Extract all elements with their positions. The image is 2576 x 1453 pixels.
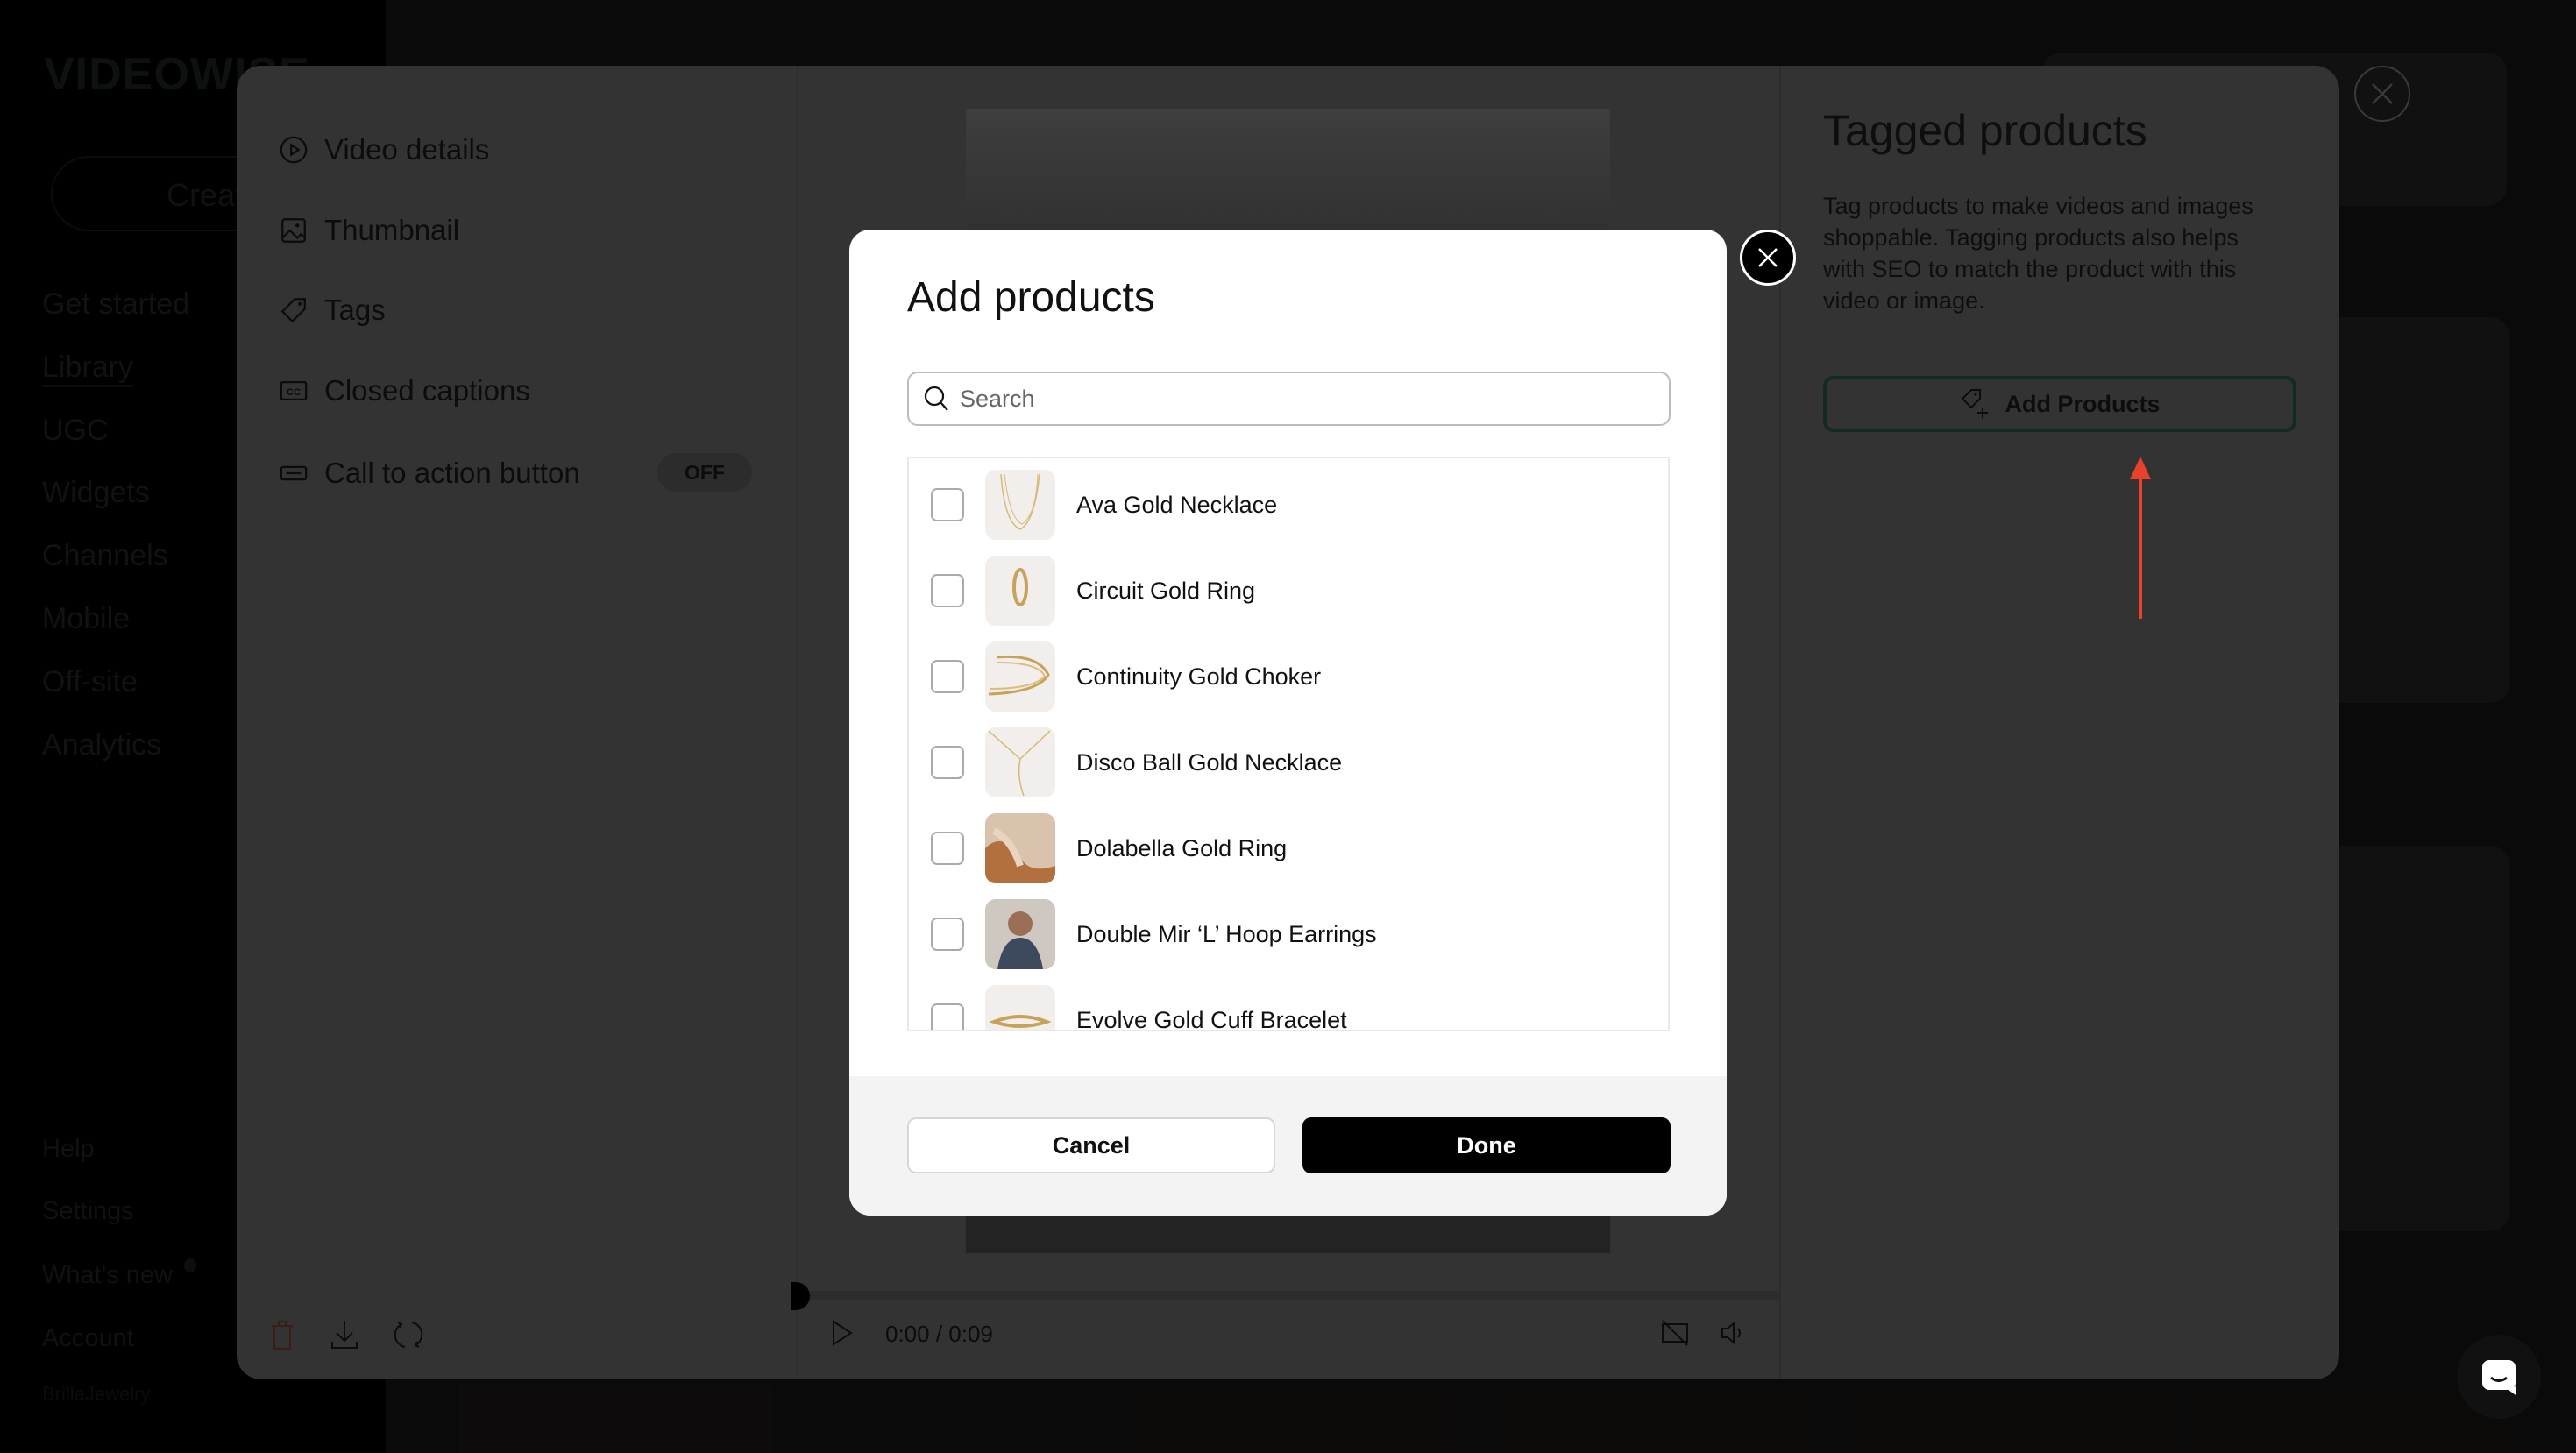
product-thumbnail [985,641,1055,712]
product-row[interactable]: Evolve Gold Cuff Bracelet [909,977,1668,1031]
product-checkbox[interactable] [931,832,964,865]
close-modal-button[interactable] [1740,230,1796,286]
modal-footer: Cancel Done [849,1076,1727,1216]
product-checkbox[interactable] [931,488,964,521]
product-thumbnail [985,813,1055,883]
product-checkbox[interactable] [931,746,964,779]
svg-text:CC: CC [287,387,301,398]
play-circle-icon [280,136,308,164]
search-field[interactable] [907,372,1671,426]
product-thumbnail [985,899,1055,969]
chat-icon [2482,1360,2516,1395]
nav-call-to-action[interactable]: Call to action button [279,457,580,490]
button-icon [280,465,308,481]
tagged-products-description: Tag products to make videos and images s… [1823,193,2253,314]
nav-label: Tags [324,294,386,326]
add-products-label: Add Products [2005,390,2161,417]
product-thumbnail [985,556,1055,626]
product-row[interactable]: Double Mir ‘L’ Hoop Earrings [909,891,1668,977]
sidebar-item-ugc[interactable]: UGC [42,414,109,448]
sidebar-item-off-site[interactable]: Off-site [42,665,138,699]
product-row[interactable]: Circuit Gold Ring [909,548,1668,634]
product-checkbox[interactable] [931,574,964,607]
nav-video-details[interactable]: Video details [279,133,489,167]
search-icon [924,386,948,411]
sidebar-item-get-started[interactable]: Get started [42,287,189,322]
search-input[interactable] [960,385,1643,413]
product-name: Double Mir ‘L’ Hoop Earrings [1076,920,1377,947]
close-editor-button[interactable] [2354,66,2410,122]
chat-button[interactable] [2457,1335,2541,1419]
video-card[interactable] [458,1385,773,1453]
cc-icon: CC [280,380,308,401]
seek-bar[interactable] [798,1291,1779,1300]
tagged-products-title: Tagged products [1823,106,2147,155]
video-card[interactable] [1849,1385,2174,1453]
product-name: Dolabella Gold Ring [1076,834,1288,861]
tag-icon [280,298,306,323]
seek-handle[interactable] [791,1282,810,1310]
nav-label: Video details [324,133,490,166]
product-name: Continuity Gold Choker [1076,663,1322,690]
product-row[interactable]: Ava Gold Necklace [909,462,1668,548]
cancel-button[interactable]: Cancel [907,1117,1275,1173]
done-button[interactable]: Done [1302,1117,1671,1173]
product-list[interactable]: Ava Gold Necklace Circuit Gold Ring Contin… [907,457,1670,1031]
play-icon[interactable] [831,1319,854,1347]
trash-icon[interactable] [268,1319,296,1350]
nav-label: Call to action button [324,457,580,489]
add-products-modal: Add products Ava Gold Necklace Circuit Go… [849,230,1727,1216]
cta-toggle[interactable]: OFF [657,453,752,492]
sidebar-item-library[interactable]: Library [42,351,133,387]
product-thumbnail [985,985,1055,1030]
sidebar-item-help[interactable]: Help [42,1135,95,1164]
divider [797,66,798,1379]
product-checkbox[interactable] [931,1003,964,1030]
sidebar-item-analytics[interactable]: Analytics [42,728,161,762]
store-name: BrillaJewelry [42,1383,151,1405]
sidebar-item-whats-new[interactable]: What's new [42,1261,173,1290]
video-card[interactable] [1499,1385,1814,1453]
product-thumbnail [985,727,1055,797]
tag-plus-icon [1962,389,1989,418]
volume-icon[interactable] [1720,1319,1748,1347]
close-icon [1758,248,1778,267]
captions-off-icon[interactable] [1660,1319,1690,1347]
product-row[interactable]: Continuity Gold Choker [909,634,1668,719]
product-name: Ava Gold Necklace [1076,491,1278,518]
video-card[interactable] [1126,1385,1451,1453]
sidebar-item-mobile[interactable]: Mobile [42,602,130,636]
playback-time: 0:00 / 0:09 [885,1321,993,1347]
add-products-button[interactable]: Add Products [1823,376,2296,432]
sidebar-item-settings[interactable]: Settings [42,1197,134,1226]
sidebar-item-account[interactable]: Account [42,1324,134,1353]
download-icon[interactable] [330,1319,359,1350]
product-checkbox[interactable] [931,918,964,951]
nav-thumbnail[interactable]: Thumbnail [279,214,459,247]
nav-tags[interactable]: Tags [279,294,386,327]
video-card[interactable] [2314,846,2509,1231]
annotation-arrow [2130,457,2151,619]
refresh-icon[interactable] [393,1319,424,1350]
video-card[interactable] [2314,317,2509,703]
nav-label: Closed captions [324,374,530,407]
modal-title: Add products [907,274,1155,321]
close-icon [2372,83,2393,104]
nav-label: Thumbnail [324,214,460,246]
sidebar-item-channels[interactable]: Channels [42,539,168,573]
product-name: Evolve Gold Cuff Bracelet [1076,1006,1347,1031]
product-row[interactable]: Disco Ball Gold Necklace [909,719,1668,805]
image-icon [281,218,306,243]
nav-closed-captions[interactable]: CC Closed captions [279,374,530,408]
product-thumbnail [985,470,1055,540]
product-name: Circuit Gold Ring [1076,577,1256,604]
product-name: Disco Ball Gold Necklace [1076,748,1343,776]
sidebar-item-widgets[interactable]: Widgets [42,476,150,510]
product-row[interactable]: Dolabella Gold Ring [909,805,1668,891]
product-checkbox[interactable] [931,660,964,693]
notification-dot [184,1258,196,1272]
